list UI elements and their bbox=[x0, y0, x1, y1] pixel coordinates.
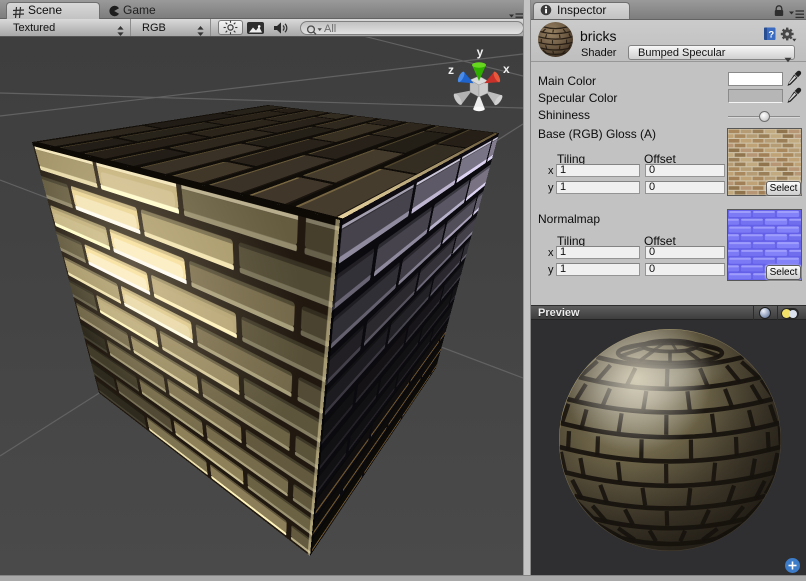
svg-text:y: y bbox=[477, 45, 484, 59]
svg-text:x: x bbox=[503, 62, 510, 76]
svg-text:?: ? bbox=[768, 29, 774, 40]
svg-text:z: z bbox=[448, 63, 454, 77]
